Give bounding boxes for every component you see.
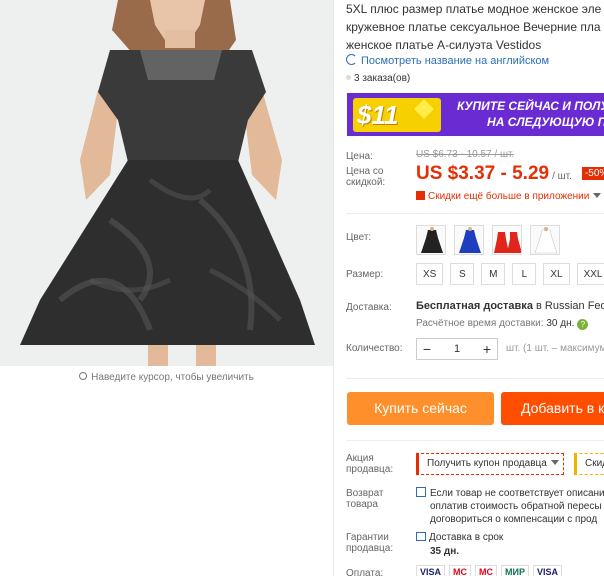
seller-coupon-text: Получить купон продавца xyxy=(427,458,547,469)
color-swatch-blue[interactable] xyxy=(454,225,484,255)
size-option-l[interactable]: L xyxy=(512,263,537,285)
orders-dot-icon xyxy=(346,75,351,80)
banner-line-1: КУПИТЕ СЕЙЧАС И ПОЛУ xyxy=(457,99,604,113)
return-line: договориться о компенсации с прод xyxy=(430,514,598,525)
mir-card-icon: МИР xyxy=(501,565,529,576)
return-line: оплатив стоимость обратной пересы xyxy=(430,501,602,512)
banner-text: КУПИТЕ СЕЙЧАС И ПОЛУ НА СЛЕДУЮЩУЮ П xyxy=(457,98,604,130)
translate-link-text: Посмотреть название на английском xyxy=(361,55,550,67)
size-option-xxl[interactable]: XXL xyxy=(576,263,604,285)
title-line: женское платье А-силуэта Vestidos xyxy=(346,38,542,52)
size-options: XS S M L XL XXL xyxy=(416,263,604,285)
seller-coupon-button[interactable]: Получить купон продавца xyxy=(416,453,564,475)
return-label-1: Возврат xyxy=(346,488,384,499)
seller-guarantee: Доставка в срок 35 дн. xyxy=(416,531,503,559)
return-policy: Если товар не соответствует описани опла… xyxy=(416,487,604,526)
translate-link[interactable]: Посмотреть название на английском xyxy=(346,54,549,67)
quantity-note: шт. (1 шт. – максимум xyxy=(506,343,604,354)
current-price: US $3.37 - 5.29 xyxy=(416,163,550,184)
divider xyxy=(346,378,604,379)
delivery-estimate: Расчётное время доставки: 30 дн.? xyxy=(416,318,589,330)
return-label-2: товара xyxy=(346,499,378,510)
translate-icon xyxy=(346,54,357,65)
shipping-method[interactable]: Бесплатная доставка в Russian Federa xyxy=(416,300,604,312)
size-option-xs[interactable]: XS xyxy=(416,263,444,285)
size-option-m[interactable]: M xyxy=(481,263,506,285)
size-option-s[interactable]: S xyxy=(450,263,475,285)
truck-icon xyxy=(416,532,426,541)
delivery-estimate-value: 30 дн. xyxy=(546,318,575,329)
guarantee-label-2: продавца: xyxy=(346,543,394,554)
size-label: Размер: xyxy=(346,269,384,280)
price-row: US $3.37 - 5.29/ шт. -50% xyxy=(416,163,604,185)
orders-count-text: 3 заказа(ов) xyxy=(354,73,411,84)
quantity-decrease-button[interactable]: − xyxy=(417,339,437,359)
product-image[interactable] xyxy=(0,0,333,366)
color-swatch-red[interactable] xyxy=(492,225,522,255)
size-option-xl[interactable]: XL xyxy=(543,263,570,285)
app-deal-link[interactable]: Скидки ещё больше в приложении xyxy=(416,191,602,202)
dress-photo xyxy=(0,0,333,366)
product-page: Наведите курсор, чтобы увеличить 5XL плю… xyxy=(0,0,604,576)
quantity-label: Количество: xyxy=(346,343,403,354)
gift-icon xyxy=(416,191,425,200)
product-title: 5XL плюс размер платье модное женское эл… xyxy=(346,0,604,54)
shipping-destination: в Russian Federa xyxy=(535,300,604,312)
seller-promo-label-1: Акция xyxy=(346,453,374,464)
delivery-estimate-label: Расчётное время доставки: xyxy=(416,318,544,329)
visa-card-icon: VISA xyxy=(416,565,446,576)
seller-promo-label: Акция продавца: xyxy=(346,453,393,475)
divider xyxy=(346,213,604,214)
color-swatch-black[interactable] xyxy=(416,225,446,255)
promo-banner[interactable]: $11 КУПИТЕ СЕЙЧАС И ПОЛУ НА СЛЕДУЮЩУЮ П xyxy=(347,93,604,136)
chevron-down-icon xyxy=(593,193,602,198)
title-line: 5XL плюс размер платье модное женское эл… xyxy=(346,2,602,16)
banner-line-2: НА СЛЕДУЮЩУЮ П xyxy=(487,115,604,129)
color-swatch-white[interactable] xyxy=(530,225,560,255)
free-shipping: Бесплатная доставка xyxy=(416,300,533,312)
magnifier-icon xyxy=(79,372,88,380)
app-deal-text: Скидки ещё больше в приложении xyxy=(428,191,590,202)
title-line: кружевное платье сексуальное Вечерние пл… xyxy=(346,20,601,34)
coupon-amount-badge: $11 xyxy=(353,98,441,132)
maestro-icon: MC xyxy=(475,565,498,576)
quantity-increase-button[interactable]: + xyxy=(477,339,497,359)
visa-electron-icon: VISA xyxy=(532,565,562,576)
discount-price-label: Цена со скидкой: xyxy=(346,166,386,188)
discount-badge: -50% xyxy=(581,167,604,180)
chevron-down-icon xyxy=(550,460,559,465)
guarantee-line: Доставка в срок xyxy=(429,532,504,543)
color-label: Цвет: xyxy=(346,232,372,243)
guarantee-label: Гарантии продавца: xyxy=(346,532,393,554)
orders-count: 3 заказа(ов) xyxy=(346,73,410,84)
quantity-stepper: − 1 + xyxy=(416,338,498,360)
price-label: Цена: xyxy=(346,151,373,162)
guarantee-days: 35 дн. xyxy=(430,546,460,557)
shipping-label: Доставка: xyxy=(346,302,392,313)
divider xyxy=(346,440,604,441)
banner-amount: $11 xyxy=(357,100,399,130)
return-line: Если товар не соответствует описани xyxy=(430,488,604,499)
color-swatches xyxy=(416,225,560,255)
help-icon[interactable]: ? xyxy=(577,319,589,330)
add-to-cart-button[interactable]: Добавить в к xyxy=(501,392,604,425)
seller-discount-button[interactable]: Скид xyxy=(574,453,604,475)
zoom-hint-text: Наведите курсор, чтобы увеличить xyxy=(91,372,254,383)
return-label: Возврат товара xyxy=(346,488,384,510)
seller-promo-label-2: продавца: xyxy=(346,464,394,475)
return-policy-icon xyxy=(416,487,426,497)
zoom-hint: Наведите курсор, чтобы увеличить xyxy=(0,366,333,390)
old-price: US $6.73 - 10.57 / шт. xyxy=(416,149,515,160)
star-icon xyxy=(414,99,434,119)
payment-label: Оплата: xyxy=(346,568,384,576)
guarantee-label-1: Гарантии xyxy=(346,532,389,543)
quantity-input[interactable]: 1 xyxy=(437,343,477,355)
price-unit: / шт. xyxy=(552,171,572,182)
buy-now-button[interactable]: Купить сейчас xyxy=(347,392,494,425)
mastercard-icon: MC xyxy=(449,565,472,576)
column-divider xyxy=(333,0,334,576)
payment-methods: VISA MC MC МИР VISA xyxy=(416,565,562,576)
